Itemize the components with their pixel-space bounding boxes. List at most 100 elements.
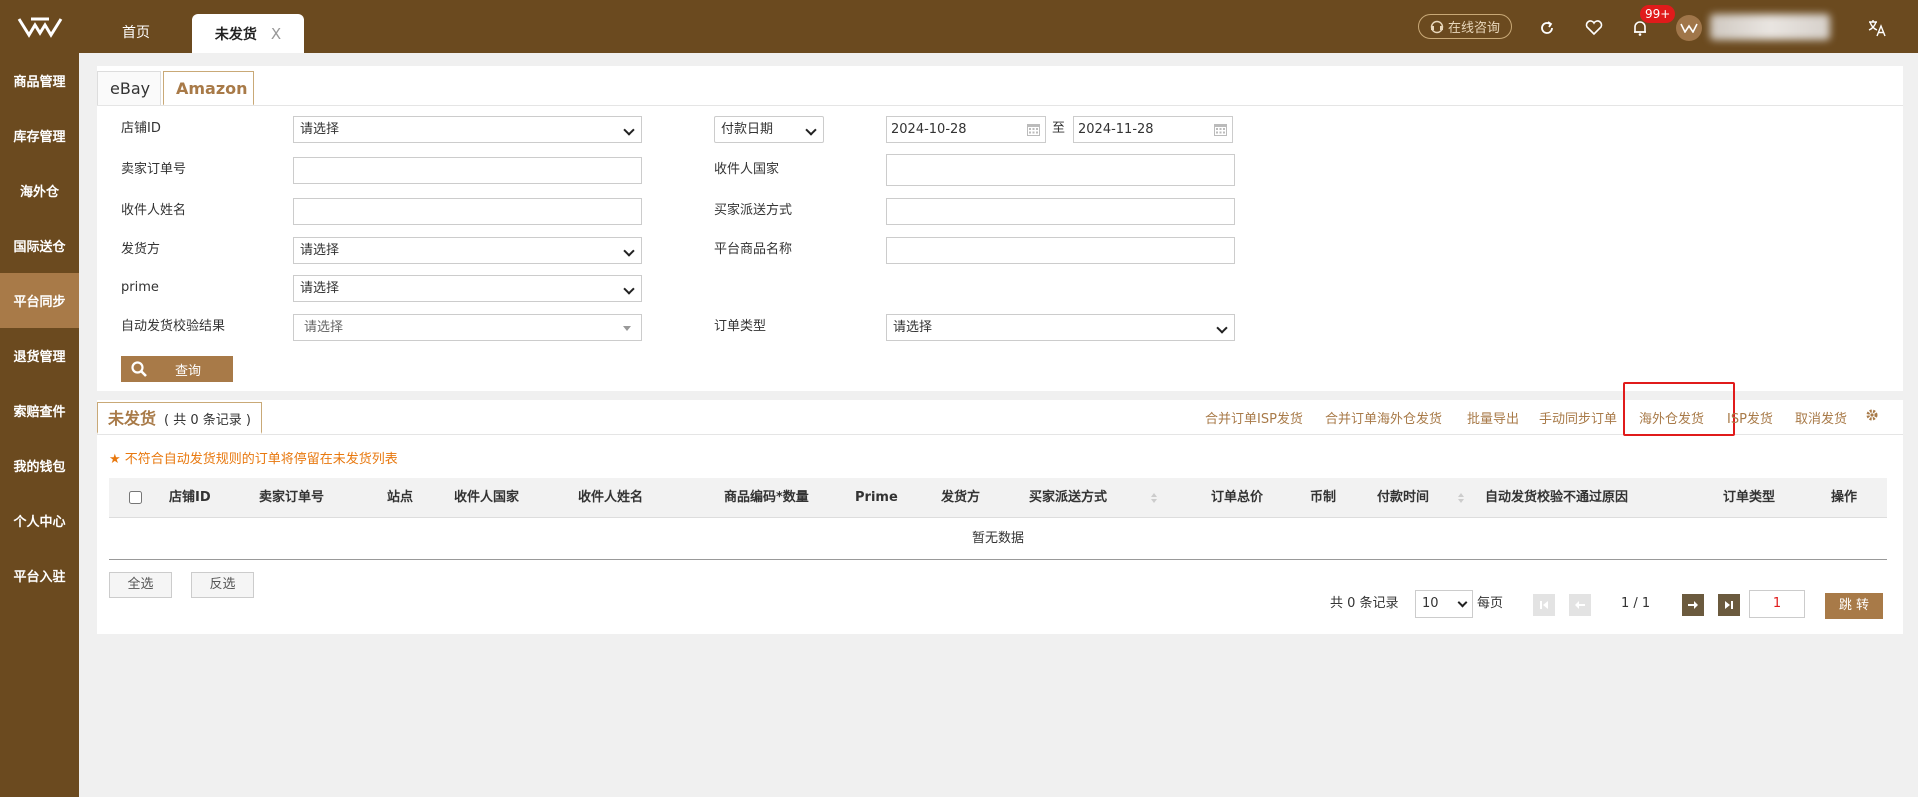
col-payment-time: 付款时间 (1377, 490, 1430, 505)
seller-order-no-label: 卖家订单号 (121, 162, 187, 177)
rule-notice-text: 不符合自动发货规则的订单将停留在未发货列表 (124, 452, 398, 467)
page-size-select[interactable]: 10 (1415, 590, 1473, 618)
tab-ebay[interactable]: eBay (97, 71, 161, 106)
sidebar-item-product[interactable]: 商品管理 (0, 53, 79, 108)
sidebar-item-platform-sync[interactable]: 平台同步 (0, 273, 79, 328)
list-title-tab[interactable]: 未发货 ( 共 0 条记录 ) (97, 402, 262, 434)
search-icon (121, 356, 157, 382)
sidebar-item-platform-join[interactable]: 平台入驻 (0, 548, 79, 603)
order-type-label: 订单类型 (714, 319, 767, 334)
batch-export-link[interactable]: 批量导出 (1467, 408, 1519, 427)
platform-product-name-input[interactable] (886, 237, 1235, 264)
sort-icon[interactable] (1150, 492, 1158, 504)
buyer-shipping-label: 买家派送方式 (714, 203, 793, 218)
empty-state: 暂无数据 (109, 518, 1887, 560)
total-records: 共 0 条记录 (1330, 596, 1399, 611)
tab-home[interactable]: 首页 (100, 14, 172, 53)
invert-select-button[interactable]: 反选 (191, 572, 254, 598)
avatar[interactable] (1676, 15, 1702, 41)
prime-select[interactable]: 请选择 (293, 275, 642, 302)
prev-page-icon[interactable] (1569, 594, 1591, 616)
record-count: ( 共 0 条记录 ) (164, 413, 251, 428)
sidebar-item-claims[interactable]: 索赔查件 (0, 383, 79, 438)
platform-product-name-label: 平台商品名称 (714, 242, 793, 257)
query-button-label: 查询 (174, 363, 201, 379)
cancel-ship-link[interactable]: 取消发货 (1795, 408, 1847, 427)
sidebar-item-intl-delivery[interactable]: 国际送仓 (0, 218, 79, 273)
col-shipper: 发货方 (941, 490, 981, 505)
translate-icon[interactable] (1867, 18, 1887, 38)
col-prime: Prime (855, 490, 898, 505)
user-name-blurred[interactable] (1710, 14, 1830, 40)
shop-id-select[interactable]: 请选择 (293, 116, 642, 143)
col-seller-order-no: 卖家订单号 (259, 490, 325, 505)
seller-order-no-input[interactable] (293, 157, 642, 184)
merge-isp-ship-link[interactable]: 合并订单ISP发货 (1205, 408, 1303, 427)
sidebar-item-wallet[interactable]: 我的钱包 (0, 438, 79, 493)
shop-id-label: 店铺ID (121, 121, 161, 136)
shipper-label: 发货方 (121, 242, 161, 257)
tab-divider (97, 105, 1903, 106)
refresh-icon[interactable] (1537, 18, 1557, 38)
sidebar-item-returns[interactable]: 退货管理 (0, 328, 79, 383)
manual-sync-orders-link[interactable]: 手动同步订单 (1539, 408, 1617, 427)
tab-unshipped-label: 未发货 (214, 26, 257, 43)
buyer-shipping-input[interactable] (886, 198, 1235, 225)
auto-check-result-select[interactable]: 请选择 (293, 314, 642, 341)
overseas-ship-link[interactable]: 海外仓发货 (1639, 408, 1704, 427)
next-page-icon[interactable] (1682, 594, 1704, 616)
last-page-icon[interactable] (1718, 594, 1740, 616)
page-indicator: 1 / 1 (1621, 596, 1651, 611)
calendar-icon[interactable] (1213, 122, 1228, 137)
date-type-select[interactable]: 付款日期 (714, 116, 824, 143)
col-recipient-country: 收件人国家 (454, 490, 520, 505)
date-from-input[interactable]: 2024-10-28 (886, 116, 1046, 143)
headset-icon (1430, 20, 1444, 33)
prime-label: prime (121, 280, 159, 295)
first-page-icon[interactable] (1533, 594, 1555, 616)
shipper-select[interactable]: 请选择 (293, 237, 642, 264)
online-consult-label: 在线咨询 (1447, 21, 1500, 36)
date-range-separator: 至 (1052, 121, 1066, 136)
page-number-input[interactable]: 1 (1749, 590, 1805, 618)
star-icon: ★ (109, 452, 121, 467)
sidebar-item-overseas-warehouse[interactable]: 海外仓 (0, 163, 79, 218)
col-buyer-shipping: 买家派送方式 (1029, 490, 1108, 505)
tab-amazon[interactable]: Amazon (163, 71, 254, 106)
online-consult-button[interactable]: 在线咨询 (1418, 14, 1512, 39)
sort-icon[interactable] (1457, 492, 1465, 504)
recipient-country-input[interactable] (886, 154, 1235, 186)
col-order-total: 订单总价 (1211, 490, 1264, 505)
col-sku-qty: 商品编码*数量 (724, 490, 809, 505)
order-list-panel: 未发货( 共 0 条记录 ) 合并订单ISP发货 合并订单海外仓发货 批量导出 … (97, 382, 1903, 634)
date-from-value: 2024-10-28 (891, 122, 967, 137)
query-button[interactable]: 查询 (121, 356, 233, 382)
recipient-name-label: 收件人姓名 (121, 203, 187, 218)
isp-ship-link[interactable]: ISP发货 (1727, 408, 1773, 427)
favorite-icon[interactable] (1584, 18, 1604, 38)
gear-icon[interactable] (1865, 408, 1879, 422)
recipient-country-label: 收件人国家 (714, 162, 780, 177)
tab-unshipped[interactable]: 未发货 X (192, 14, 304, 53)
merge-overseas-ship-link[interactable]: 合并订单海外仓发货 (1325, 408, 1442, 427)
list-title: 未发货 (108, 409, 157, 428)
col-site: 站点 (387, 490, 414, 505)
select-all-checkbox[interactable] (129, 491, 142, 504)
top-bar: 首页 未发货 X 在线咨询 99+ (0, 0, 1918, 53)
order-type-select[interactable]: 请选择 (886, 314, 1235, 341)
close-icon[interactable]: X (271, 25, 281, 43)
sidebar: 商品管理 库存管理 海外仓 国际送仓 平台同步 退货管理 索赔查件 我的钱包 个… (0, 53, 79, 797)
notification-badge: 99+ (1640, 5, 1676, 23)
auto-check-result-label: 自动发货校验结果 (121, 319, 226, 334)
filter-panel: eBay Amazon 店铺ID 请选择 卖家订单号 收件人姓名 发货方 请选择… (97, 66, 1903, 391)
select-all-button[interactable]: 全选 (109, 572, 172, 598)
calendar-icon[interactable] (1026, 122, 1041, 137)
col-auto-check-reason: 自动发货校验不通过原因 (1485, 490, 1629, 505)
recipient-name-input[interactable] (293, 198, 642, 225)
date-to-input[interactable]: 2024-11-28 (1073, 116, 1233, 143)
jump-button[interactable]: 跳 转 (1825, 593, 1883, 619)
sidebar-item-personal-center[interactable]: 个人中心 (0, 493, 79, 548)
logo-icon[interactable] (0, 0, 79, 53)
sidebar-item-inventory[interactable]: 库存管理 (0, 108, 79, 163)
table-header: 店铺ID 卖家订单号 站点 收件人国家 收件人姓名 商品编码*数量 Prime … (109, 478, 1887, 518)
